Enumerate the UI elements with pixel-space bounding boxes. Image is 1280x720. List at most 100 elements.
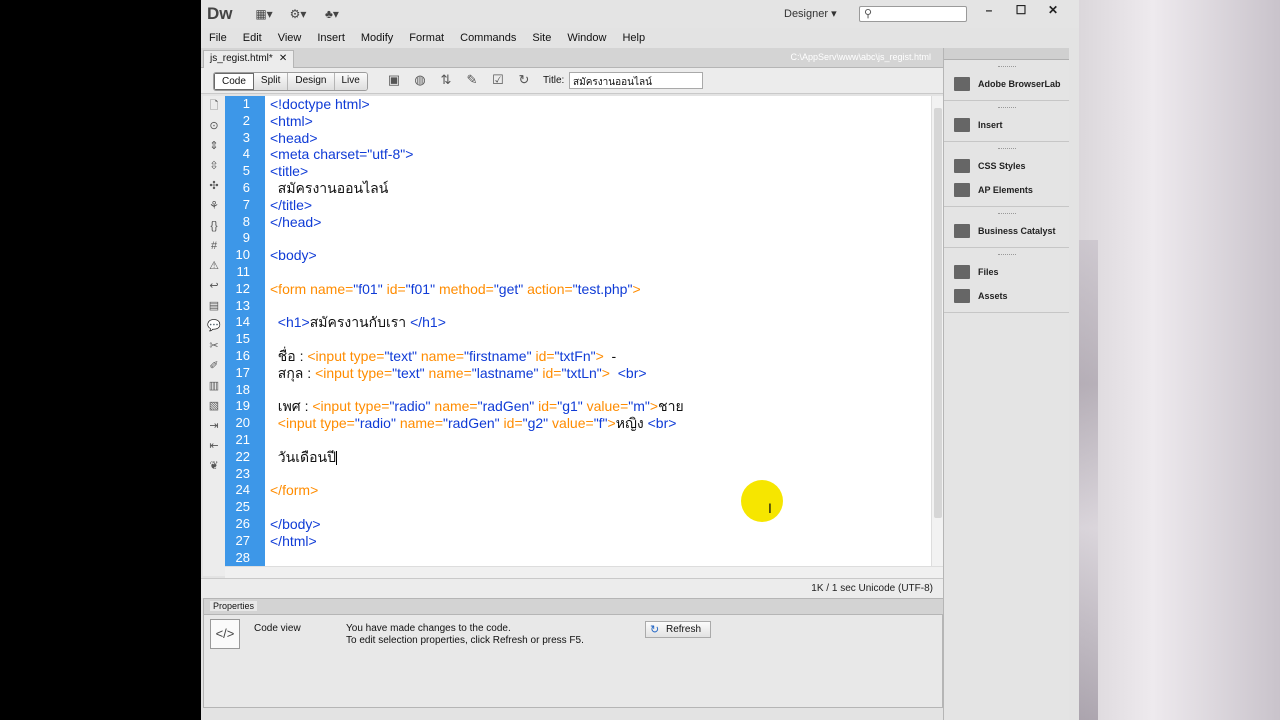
remove-comment-icon[interactable]: ✂ xyxy=(203,336,225,356)
panel-grip[interactable] xyxy=(997,66,1016,70)
recent-snippets-icon[interactable]: ▥ xyxy=(203,376,225,396)
apply-comment-icon[interactable]: 💬 xyxy=(203,316,225,336)
split-view-button[interactable]: Split xyxy=(253,73,289,90)
menu-edit[interactable]: Edit xyxy=(243,32,262,44)
indent-icon[interactable]: ⇥ xyxy=(203,416,225,436)
menu-window[interactable]: Window xyxy=(567,32,606,44)
sites-icon[interactable]: ♣▾ xyxy=(315,6,349,22)
open-documents-icon[interactable]: 🗋 xyxy=(203,96,225,116)
panel-group: CSS Styles AP Elements xyxy=(944,142,1069,207)
multiscreen-icon[interactable]: ▣ xyxy=(381,73,407,87)
show-code-navigator-icon[interactable]: ⊙ xyxy=(203,116,225,136)
code-line[interactable]: 8 </head> xyxy=(225,214,943,231)
code-line[interactable]: 18 xyxy=(225,382,943,399)
menu-commands[interactable]: Commands xyxy=(460,32,516,44)
maximize-button[interactable]: ☐ xyxy=(1005,2,1037,20)
expand-all-icon[interactable]: ✣ xyxy=(203,176,225,196)
design-view-button[interactable]: Design xyxy=(288,73,335,90)
collapse-tag-icon[interactable]: ⇕ xyxy=(203,136,225,156)
code-line[interactable]: 19 เพศ : <input type="radio" name="radGe… xyxy=(225,398,943,415)
code-line[interactable]: 11 xyxy=(225,264,943,281)
menu-view[interactable]: View xyxy=(278,32,302,44)
page-title-input[interactable]: สมัครงานออนไลน์ xyxy=(569,72,703,89)
workspace-switcher[interactable]: Designer ▾ xyxy=(784,7,837,20)
code-view-button[interactable]: Code xyxy=(214,73,254,90)
menu-format[interactable]: Format xyxy=(409,32,444,44)
balance-braces-icon[interactable]: {} xyxy=(203,216,225,236)
validate-icon[interactable]: ☑ xyxy=(485,73,511,87)
code-line[interactable]: 9 xyxy=(225,230,943,247)
outdent-icon[interactable]: ⇤ xyxy=(203,436,225,456)
panel-insert[interactable]: Insert xyxy=(944,113,1069,137)
panel-grip[interactable] xyxy=(997,254,1016,258)
panel-files[interactable]: Files xyxy=(944,260,1069,284)
layout-icon[interactable]: ▦▾ xyxy=(247,6,281,22)
code-line[interactable]: 12 <form name="f01" id="f01" method="get"… xyxy=(225,281,943,298)
code-line[interactable]: 27 </html> xyxy=(225,533,943,550)
collapse-selection-icon[interactable]: ⇳ xyxy=(203,156,225,176)
refresh-icon[interactable]: ↻ xyxy=(511,73,537,87)
visual-aids-icon[interactable]: ✎ xyxy=(459,73,485,87)
code-line[interactable]: 3 <head> xyxy=(225,130,943,147)
code-line[interactable]: 14 <h1>สมัครงานกับเรา </h1> xyxy=(225,314,943,331)
file-management-icon[interactable]: ⇅ xyxy=(433,73,459,87)
code-line[interactable]: 16 ชื่อ : <input type="text" name="first… xyxy=(225,348,943,365)
refresh-button[interactable]: ↻ Refresh xyxy=(645,621,711,638)
search-input[interactable]: ⚲ xyxy=(859,6,967,22)
panel-grip[interactable] xyxy=(997,213,1016,217)
code-line[interactable]: 23 xyxy=(225,466,943,483)
preview-browser-icon[interactable]: ◍ xyxy=(407,73,433,87)
line-numbers-icon[interactable]: # xyxy=(203,236,225,256)
code-line[interactable]: 5 <title> xyxy=(225,163,943,180)
move-css-icon[interactable]: ▧ xyxy=(203,396,225,416)
code-line[interactable]: 13 xyxy=(225,298,943,315)
menu-modify[interactable]: Modify xyxy=(361,32,393,44)
code-line[interactable]: 4 <meta charset="utf-8"> xyxy=(225,146,943,163)
panel-adobe-browserlab[interactable]: Adobe BrowserLab xyxy=(944,72,1069,96)
code-line[interactable]: 17 สกุล : <input type="text" name="lastn… xyxy=(225,365,943,382)
properties-tab[interactable]: Properties xyxy=(210,601,258,611)
document-tab[interactable]: js_regist.html* ✕ xyxy=(203,50,295,68)
code-line[interactable]: 10 <body> xyxy=(225,247,943,264)
panel-grip[interactable] xyxy=(997,148,1016,152)
code-line[interactable]: 2 <html> xyxy=(225,113,943,130)
panel-ap-elements[interactable]: AP Elements xyxy=(944,178,1069,202)
wrap-tag-icon[interactable]: ✐ xyxy=(203,356,225,376)
menu-site[interactable]: Site xyxy=(532,32,551,44)
code-line[interactable]: 22 วันเดือนปี xyxy=(225,449,943,466)
panel-business-catalyst[interactable]: Business Catalyst xyxy=(944,219,1069,243)
code-line[interactable]: 28 xyxy=(225,550,943,567)
live-view-button[interactable]: Live xyxy=(334,73,367,90)
code-line[interactable]: 15 xyxy=(225,331,943,348)
close-button[interactable]: ✕ xyxy=(1037,2,1069,20)
code-line[interactable]: 6 สมัครงานออนไลน์ xyxy=(225,180,943,197)
code-line[interactable]: 1 <!doctype html> xyxy=(225,96,943,113)
menu-help[interactable]: Help xyxy=(622,32,645,44)
code-line[interactable]: 7 </title> xyxy=(225,197,943,214)
highlight-invalid-icon[interactable]: ⚠ xyxy=(203,256,225,276)
code-line[interactable]: 25 xyxy=(225,499,943,516)
code-token: method= xyxy=(438,280,494,297)
panel-grip[interactable] xyxy=(997,107,1016,111)
code-line[interactable]: 26 </body> xyxy=(225,516,943,533)
close-tab-icon[interactable]: ✕ xyxy=(279,53,287,64)
menu-insert[interactable]: Insert xyxy=(317,32,345,44)
gear-icon[interactable]: ⚙▾ xyxy=(281,6,315,22)
select-parent-tag-icon[interactable]: ⚘ xyxy=(203,196,225,216)
syntax-error-icon[interactable]: ▤ xyxy=(203,296,225,316)
code-line[interactable]: 20 <input type="radio" name="radGen" id=… xyxy=(225,415,943,432)
horizontal-scrollbar[interactable] xyxy=(225,566,943,578)
menu-file[interactable]: File xyxy=(209,32,227,44)
line-number: 12 xyxy=(235,280,250,296)
vertical-scrollbar[interactable] xyxy=(931,96,943,566)
word-wrap-icon[interactable]: ↩ xyxy=(203,276,225,296)
code-editor[interactable]: 1 <!doctype html> 2 <html> 3 <head> 4 <meta cha… xyxy=(225,96,943,566)
minimize-button[interactable]: – xyxy=(973,2,1005,20)
scrollbar-thumb[interactable] xyxy=(934,108,942,518)
panel-assets[interactable]: Assets xyxy=(944,284,1069,308)
code-token: "f01" xyxy=(405,280,439,297)
code-line[interactable]: 24 </form> xyxy=(225,482,943,499)
code-line[interactable]: 21 xyxy=(225,432,943,449)
panel-css-styles[interactable]: CSS Styles xyxy=(944,154,1069,178)
format-source-icon[interactable]: ❦ xyxy=(203,456,225,476)
